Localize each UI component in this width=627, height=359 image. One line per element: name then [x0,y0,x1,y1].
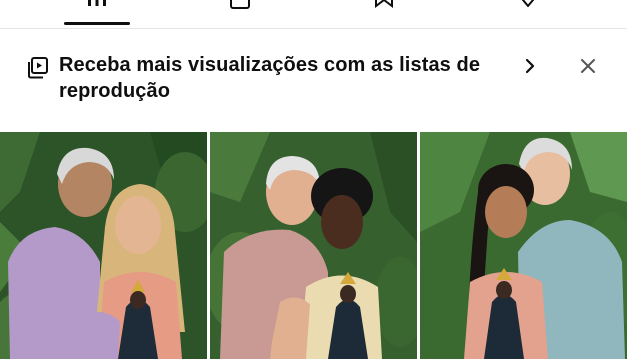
heart-icon[interactable] [517,0,539,10]
thumbnail-image [420,132,627,359]
divider [0,28,627,29]
video-thumbnail[interactable] [0,132,207,359]
chevron-right-icon[interactable] [522,57,538,75]
video-thumbnail-grid [0,132,627,359]
banner-message: Receba mais visualizações com as listas … [59,54,481,102]
grid-icon[interactable] [86,0,108,10]
playlist-icon[interactable] [229,0,251,10]
playlist-promo-banner[interactable]: Receba mais visualizações com as listas … [0,40,627,120]
thumbnail-image [0,132,207,359]
video-thumbnail[interactable] [420,132,627,359]
playlist-play-icon [28,57,48,79]
tab-bar [0,0,627,28]
close-icon[interactable] [576,54,600,78]
video-thumbnail[interactable] [210,132,417,359]
tab-selected-indicator [64,22,130,25]
thumbnail-image [210,132,417,359]
bookmark-icon[interactable] [373,0,395,10]
